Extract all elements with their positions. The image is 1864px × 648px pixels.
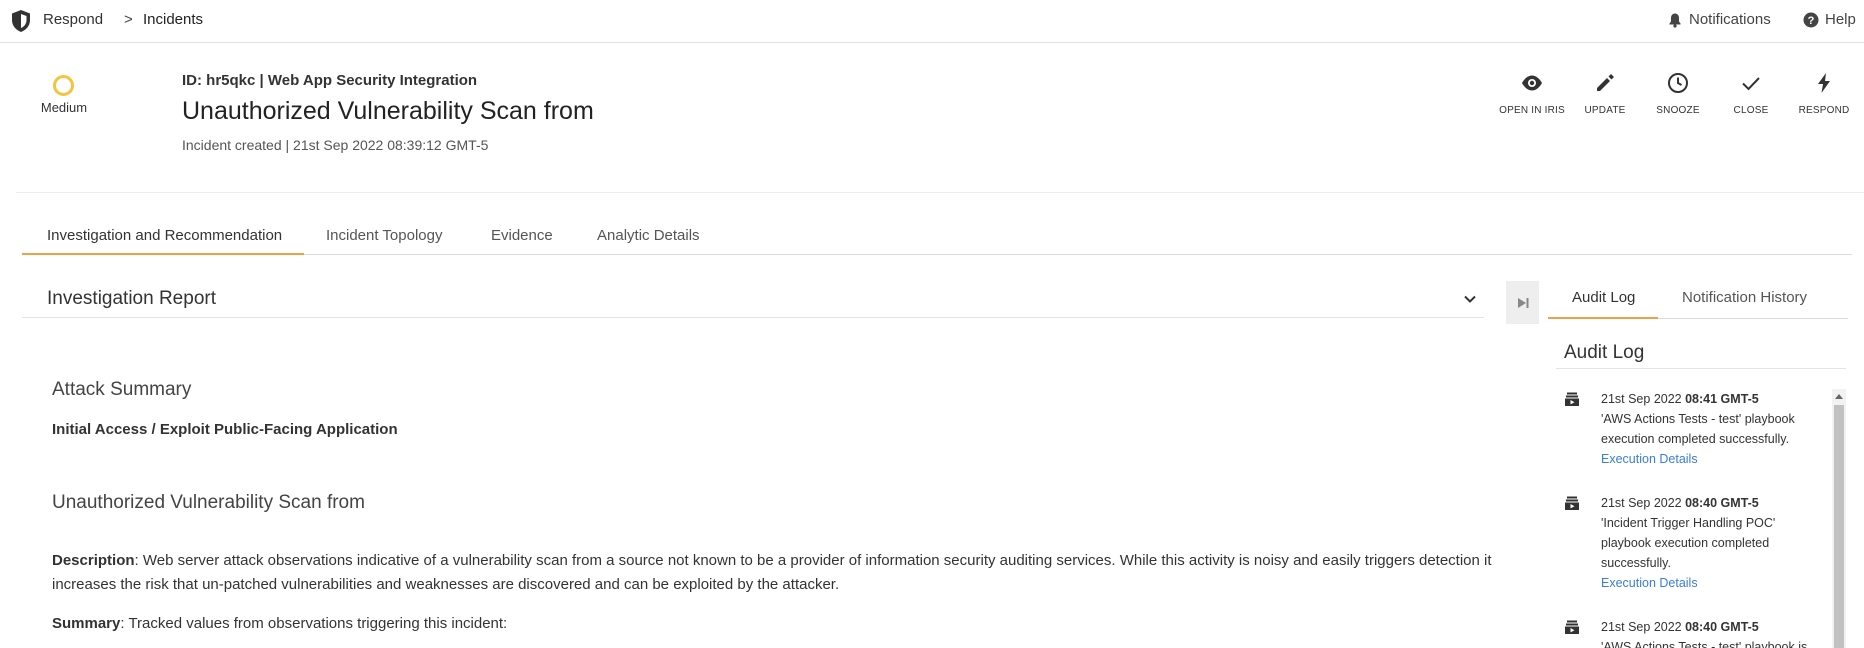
breadcrumb-respond[interactable]: Respond	[43, 11, 103, 28]
section-heading: Unauthorized Vulnerability Scan from	[52, 492, 365, 513]
active-tab-indicator	[22, 253, 304, 255]
incident-id: ID: hr5qkc | Web App Security Integratio…	[182, 72, 478, 89]
attack-summary-value: Initial Access / Exploit Public-Facing A…	[52, 421, 398, 438]
update-button[interactable]: UPDATE	[1570, 72, 1640, 118]
close-button[interactable]: CLOSE	[1716, 72, 1786, 118]
header-divider	[16, 192, 1864, 193]
log-message: 'Incident Trigger Handling POC' playbook…	[1601, 516, 1776, 570]
playbook-icon	[1565, 496, 1579, 510]
update-label: UPDATE	[1584, 105, 1626, 116]
audit-log-title: Audit Log	[1564, 342, 1645, 363]
attack-summary-heading: Attack Summary	[52, 379, 192, 400]
collapse-panel-button[interactable]	[1506, 281, 1539, 324]
log-message: 'AWS Actions Tests - test' playbook exec…	[1601, 412, 1795, 446]
investigation-report-header[interactable]: Investigation Report	[22, 280, 1484, 318]
incident-created: Incident created | 21st Sep 2022 08:39:1…	[182, 137, 489, 153]
scrollbar-thumb[interactable]	[1834, 405, 1844, 648]
log-date: 21st Sep 2022	[1601, 496, 1686, 510]
tab-analytic-details[interactable]: Analytic Details	[597, 227, 700, 244]
help-label: Help	[1825, 11, 1856, 28]
close-label: CLOSE	[1733, 105, 1769, 116]
bolt-icon	[1818, 73, 1830, 93]
description-text: : Web server attack observations indicat…	[52, 552, 1492, 593]
breadcrumb-incidents[interactable]: Incidents	[143, 11, 203, 28]
severity-label: Medium	[40, 100, 88, 115]
description-paragraph: Description: Web server attack observati…	[52, 549, 1492, 597]
summary-text: : Tracked values from observations trigg…	[120, 615, 508, 632]
open-in-iris-label: OPEN IN IRIS	[1499, 105, 1565, 116]
shield-logo-icon	[12, 10, 30, 32]
log-date: 21st Sep 2022	[1601, 620, 1686, 634]
notifications-button[interactable]: Notifications	[1667, 11, 1771, 28]
respond-button[interactable]: RESPOND	[1789, 72, 1859, 118]
snooze-label: SNOOZE	[1656, 105, 1700, 116]
log-message: 'AWS Actions Tests - test' playbook is	[1601, 640, 1808, 648]
log-date: 21st Sep 2022	[1601, 392, 1686, 406]
tab-topology[interactable]: Incident Topology	[326, 227, 442, 244]
tab-investigation[interactable]: Investigation and Recommendation	[47, 227, 282, 244]
description-label: Description	[52, 552, 135, 569]
snooze-button[interactable]: SNOOZE	[1643, 72, 1713, 118]
scroll-up-arrow-icon[interactable]	[1832, 389, 1846, 403]
investigation-report-title: Investigation Report	[47, 288, 216, 309]
chevron-down-icon[interactable]	[1462, 291, 1478, 307]
log-time: 08:40 GMT-5	[1685, 496, 1759, 510]
summary-label: Summary	[52, 615, 121, 632]
check-icon	[1742, 77, 1760, 91]
help-icon: ?	[1803, 12, 1819, 27]
svg-text:?: ?	[1808, 15, 1815, 27]
tab-bar: Investigation and Recommendation Inciden…	[22, 215, 1852, 255]
clock-icon	[1668, 73, 1688, 93]
execution-details-link[interactable]: Execution Details	[1601, 449, 1823, 469]
summary-paragraph: Summary: Tracked values from observation…	[52, 612, 1492, 636]
pencil-icon	[1597, 74, 1614, 91]
audit-divider	[1556, 368, 1846, 369]
audit-log-scrollbar[interactable]	[1832, 389, 1846, 648]
notifications-label: Notifications	[1689, 11, 1771, 28]
breadcrumb-separator: >	[124, 11, 133, 28]
log-time: 08:41 GMT-5	[1685, 392, 1759, 406]
eye-icon	[1522, 75, 1542, 91]
tab-notification-history[interactable]: Notification History	[1682, 289, 1807, 306]
playbook-icon	[1565, 620, 1579, 634]
log-time: 08:40 GMT-5	[1685, 620, 1759, 634]
bell-icon	[1669, 13, 1681, 28]
skip-next-icon	[1517, 297, 1528, 308]
open-in-iris-button[interactable]: OPEN IN IRIS	[1497, 72, 1567, 118]
severity-indicator	[53, 75, 74, 96]
right-active-tab-indicator	[1548, 317, 1658, 319]
tab-evidence[interactable]: Evidence	[491, 227, 553, 244]
playbook-icon	[1565, 392, 1579, 406]
right-panel-tabs: Audit Log Notification History	[1548, 283, 1848, 319]
respond-label: RESPOND	[1798, 105, 1850, 116]
help-button[interactable]: ? Help	[1803, 11, 1856, 28]
tab-audit-log[interactable]: Audit Log	[1572, 289, 1635, 306]
incident-title: Unauthorized Vulnerability Scan from	[182, 97, 594, 125]
execution-details-link[interactable]: Execution Details	[1601, 573, 1823, 593]
top-bar: Respond > Incidents Notifications ? Help	[0, 0, 1864, 43]
